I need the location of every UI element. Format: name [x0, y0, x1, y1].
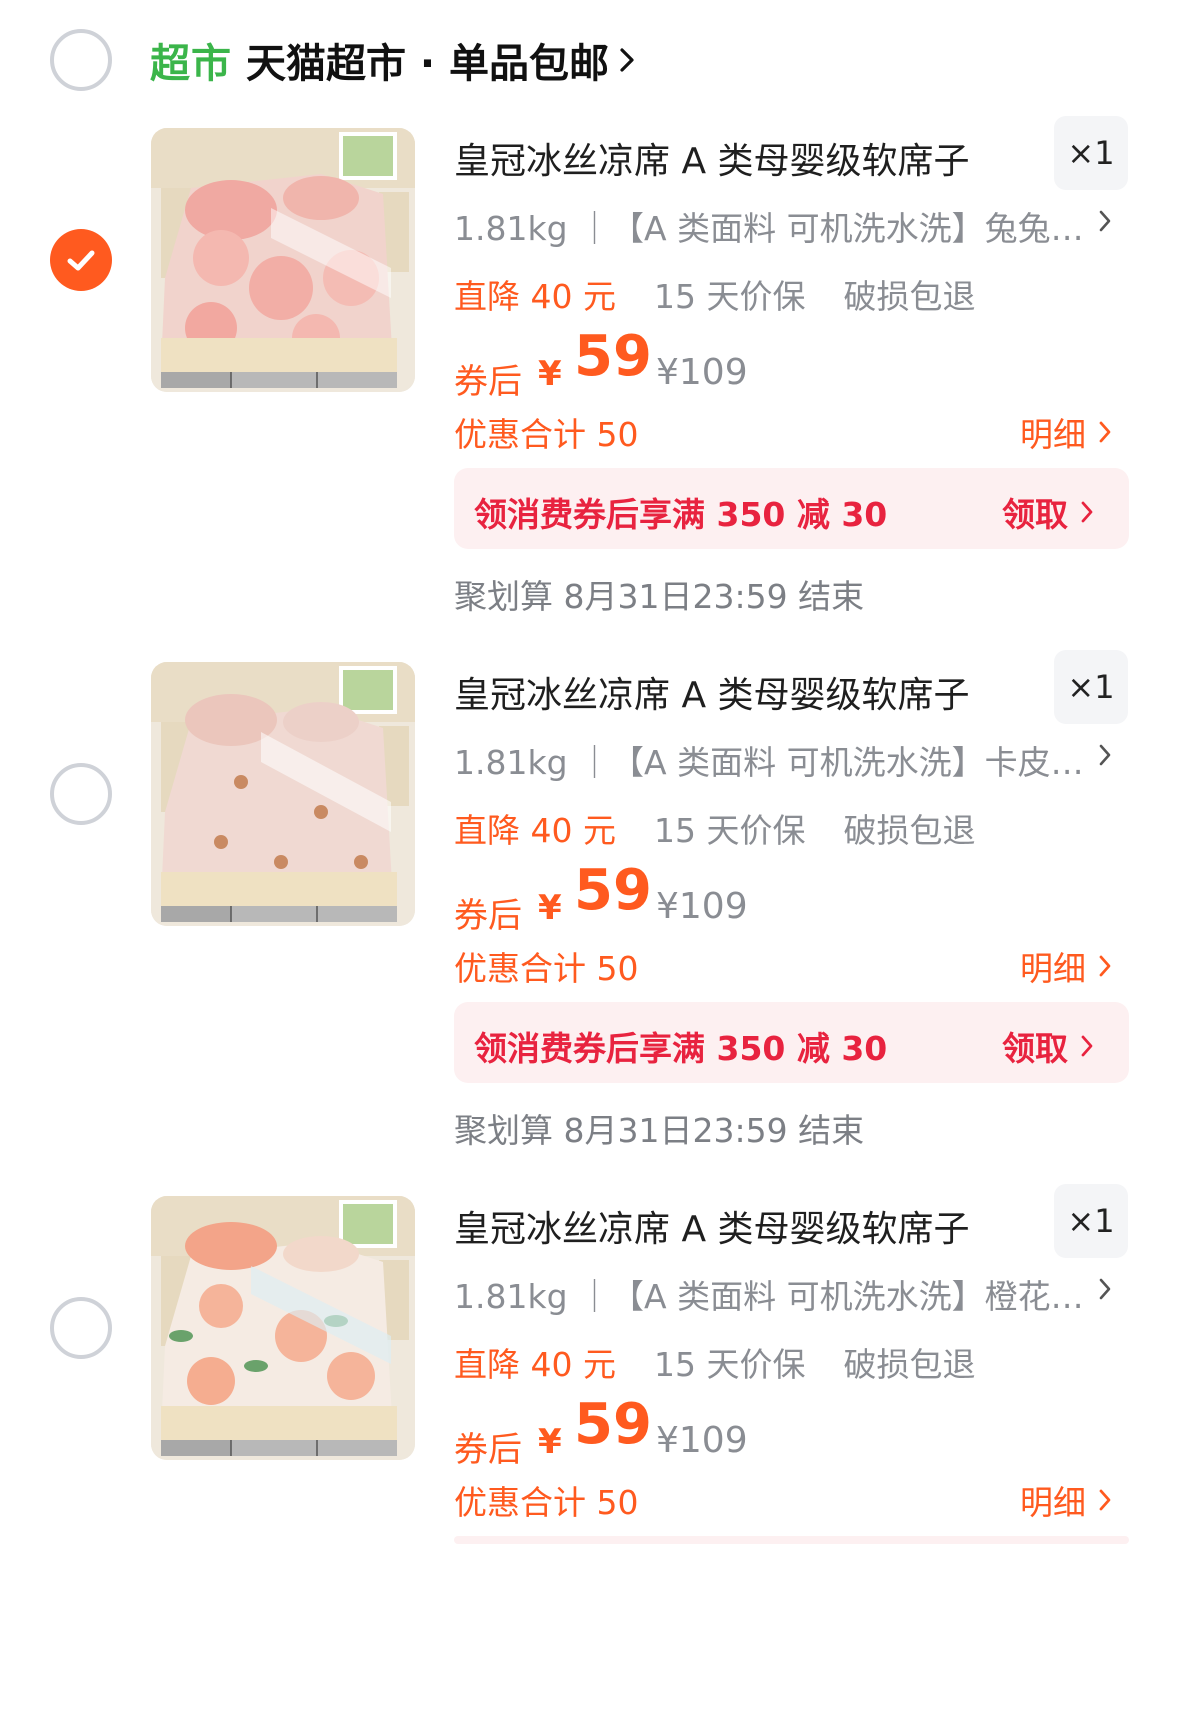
- promo-tags: 直降 40 元 15 天价保 破损包退: [454, 804, 975, 852]
- tag-price-protect: 15 天价保: [653, 1345, 806, 1384]
- detail-label: 明细: [1020, 415, 1086, 454]
- cart-item: 皇冠冰丝凉席 A 类母婴级软席子 ×1 1.81kg ｜【A 类面料 可机洗水洗…: [0, 650, 1179, 1196]
- discount-detail-link[interactable]: 明细: [1020, 1476, 1112, 1524]
- quantity-selector[interactable]: ×1: [1054, 650, 1128, 724]
- store-select-radio[interactable]: [50, 29, 112, 91]
- currency-symbol: ¥: [538, 1422, 562, 1462]
- chevron-right-icon: [1099, 421, 1111, 443]
- tag-damage-return: 破损包退: [843, 1345, 976, 1384]
- coupon-banner[interactable]: 领消费券后享满 350 减 30 领取: [454, 1002, 1129, 1083]
- bed-mat-image: [151, 128, 415, 392]
- cart-item: 皇冠冰丝凉席 A 类母婴级软席子 ×1 1.81kg ｜【A 类面料 可机洗水洗…: [0, 116, 1179, 662]
- chevron-right-icon[interactable]: [1098, 742, 1112, 768]
- chevron-right-icon: [1099, 1489, 1111, 1511]
- store-name: 天猫超市 · 单品包邮: [246, 41, 610, 87]
- price-label: 券后: [454, 362, 522, 402]
- tag-price-drop: 直降 40 元: [454, 811, 616, 850]
- promo-tags: 直降 40 元 15 天价保 破损包退: [454, 1338, 975, 1386]
- original-price: ¥109: [656, 352, 748, 393]
- coupon-banner[interactable]: [454, 1536, 1129, 1544]
- product-thumbnail[interactable]: [151, 1196, 415, 1460]
- coupon-claim-label: 领取: [1002, 1029, 1068, 1068]
- promo-deadline: 聚划算 8月31日23:59 结束: [454, 577, 865, 616]
- cart-item: 皇冠冰丝凉席 A 类母婴级软席子 ×1 1.81kg ｜【A 类面料 可机洗水洗…: [0, 1184, 1179, 1730]
- store-header[interactable]: 超市 天猫超市 · 单品包邮: [150, 30, 635, 90]
- chevron-right-icon[interactable]: [1098, 208, 1112, 234]
- currency-symbol: ¥: [538, 888, 562, 928]
- chevron-right-icon: [620, 48, 634, 72]
- product-thumbnail[interactable]: [151, 662, 415, 926]
- coupon-price: 59: [574, 324, 652, 389]
- sku-selector[interactable]: 1.81kg ｜【A 类面料 可机洗水洗】橙花…: [454, 1270, 1084, 1318]
- product-title[interactable]: 皇冠冰丝凉席 A 类母婴级软席子: [454, 132, 970, 184]
- coupon-claim-button[interactable]: 领取: [1002, 488, 1094, 536]
- bed-mat-image: [151, 1196, 415, 1460]
- discount-total: 优惠合计 50: [454, 949, 639, 988]
- chevron-right-icon: [1081, 1035, 1093, 1057]
- tag-price-drop: 直降 40 元: [454, 1345, 616, 1384]
- quantity-selector[interactable]: ×1: [1054, 116, 1128, 190]
- product-thumbnail[interactable]: [151, 128, 415, 392]
- quantity-selector[interactable]: ×1: [1054, 1184, 1128, 1258]
- discount-detail-link[interactable]: 明细: [1020, 942, 1112, 990]
- discount-detail-link[interactable]: 明细: [1020, 408, 1112, 456]
- coupon-claim-button[interactable]: 领取: [1002, 1022, 1094, 1070]
- sku-selector[interactable]: 1.81kg ｜【A 类面料 可机洗水洗】兔兔…: [454, 202, 1084, 250]
- tag-price-protect: 15 天价保: [653, 277, 806, 316]
- price-label: 券后: [454, 896, 522, 936]
- promo-deadline: 聚划算 8月31日23:59 结束: [454, 1111, 865, 1150]
- detail-label: 明细: [1020, 1483, 1086, 1522]
- store-logo: 超市: [150, 41, 232, 87]
- detail-label: 明细: [1020, 949, 1086, 988]
- sku-selector[interactable]: 1.81kg ｜【A 类面料 可机洗水洗】卡皮…: [454, 736, 1084, 784]
- coupon-text: 领消费券后享满 350 减 30: [474, 1029, 888, 1068]
- chevron-right-icon: [1099, 955, 1111, 977]
- product-title[interactable]: 皇冠冰丝凉席 A 类母婴级软席子: [454, 1200, 970, 1252]
- discount-total: 优惠合计 50: [454, 1483, 639, 1522]
- original-price: ¥109: [656, 1420, 748, 1461]
- coupon-banner[interactable]: 领消费券后享满 350 减 30 领取: [454, 468, 1129, 549]
- bed-mat-image: [151, 662, 415, 926]
- coupon-claim-label: 领取: [1002, 495, 1068, 534]
- tag-damage-return: 破损包退: [843, 811, 976, 850]
- coupon-price: 59: [574, 1392, 652, 1457]
- original-price: ¥109: [656, 886, 748, 927]
- chevron-right-icon: [1081, 501, 1093, 523]
- tag-price-protect: 15 天价保: [653, 811, 806, 850]
- tag-price-drop: 直降 40 元: [454, 277, 616, 316]
- currency-symbol: ¥: [538, 354, 562, 394]
- price-label: 券后: [454, 1430, 522, 1470]
- discount-total: 优惠合计 50: [454, 415, 639, 454]
- chevron-right-icon[interactable]: [1098, 1276, 1112, 1302]
- tag-damage-return: 破损包退: [843, 277, 976, 316]
- coupon-text: 领消费券后享满 350 减 30: [474, 495, 888, 534]
- coupon-price: 59: [574, 858, 652, 923]
- promo-tags: 直降 40 元 15 天价保 破损包退: [454, 270, 975, 318]
- product-title[interactable]: 皇冠冰丝凉席 A 类母婴级软席子: [454, 666, 970, 718]
